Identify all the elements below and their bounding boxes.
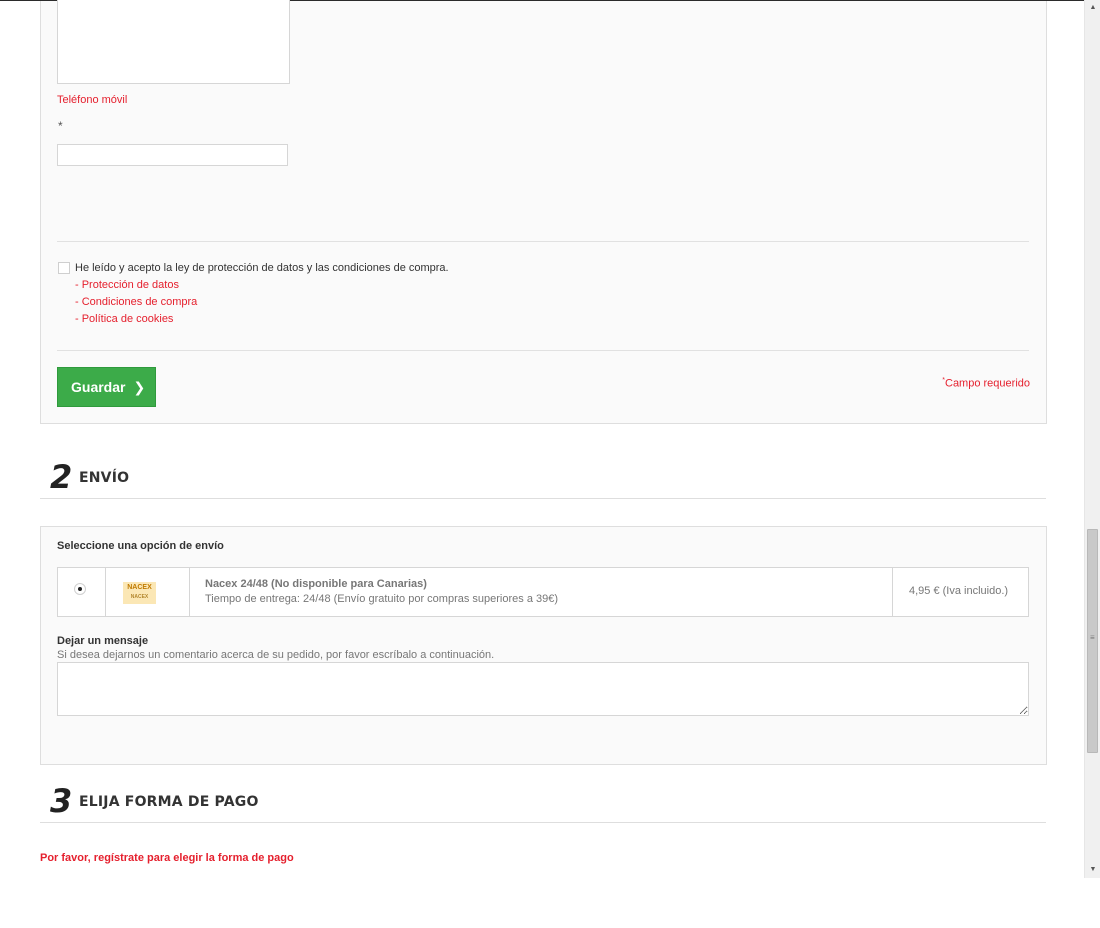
message-hint: Si desea dejarnos un comentario acerca d… [57, 649, 495, 661]
step-number: 3 [50, 782, 73, 820]
price-cell: 4,95 € (Iva incluido.) [893, 568, 1028, 616]
section-title: ELIJA FORMA DE PAGO [79, 794, 259, 810]
shipping-option-row[interactable]: NACEX NACEX Nacex 24/48 (No disponible p… [57, 567, 1029, 617]
scrollbar-thumb[interactable]: ≡ [1087, 529, 1098, 753]
shipping-section-header: 2 ENVÍO [40, 458, 1046, 499]
mobile-phone-input[interactable] [57, 144, 288, 166]
message-title: Dejar un mensaje [57, 635, 149, 647]
cookie-policy-link[interactable]: - Política de cookies [75, 313, 173, 325]
save-button[interactable]: Guardar ❯ [57, 367, 156, 407]
address-form-panel: Teléfono móvil * He leído y acepto la le… [40, 0, 1047, 424]
save-button-label: Guardar [71, 379, 126, 395]
grip-icon: ≡ [1090, 633, 1095, 642]
accept-terms-checkbox[interactable] [58, 262, 70, 274]
message-textarea[interactable] [57, 662, 1029, 716]
delivery-time: Tiempo de entrega: 24/48 (Envío gratuito… [205, 593, 559, 605]
required-marker: * [58, 119, 63, 133]
step-number: 2 [50, 458, 73, 496]
accept-terms-label: He leído y acepto la ley de protección d… [75, 262, 449, 274]
radio-cell [58, 568, 106, 616]
purchase-conditions-link[interactable]: - Condiciones de compra [75, 296, 197, 308]
section-title: ENVÍO [79, 470, 130, 486]
nacex-logo-icon: NACEX NACEX [123, 582, 156, 604]
divider [57, 350, 1029, 351]
vertical-scrollbar[interactable]: ▲ ≡ ▼ [1084, 0, 1100, 878]
arrow-down-icon[interactable]: ▼ [1085, 862, 1100, 878]
privacy-link[interactable]: - Protección de datos [75, 279, 179, 291]
mobile-phone-label: Teléfono móvil [57, 94, 128, 106]
carrier-info-cell: Nacex 24/48 (No disponible para Canarias… [190, 568, 893, 616]
shipping-panel: Seleccione una opción de envío NACEX NAC… [40, 526, 1047, 765]
shipping-options-title: Seleccione una opción de envío [57, 540, 224, 552]
shipping-price: 4,95 € (Iva incluido.) [909, 585, 1009, 597]
shipping-radio[interactable] [74, 583, 86, 595]
carrier-name: Nacex 24/48 (No disponible para Canarias… [205, 578, 427, 590]
required-field-note: *Campo requerido [942, 377, 1030, 390]
payment-section-header: 3 ELIJA FORMA DE PAGO [40, 782, 1046, 823]
address-textarea[interactable] [57, 0, 290, 84]
arrow-up-icon[interactable]: ▲ [1085, 0, 1100, 16]
chevron-right-icon: ❯ [133, 378, 146, 395]
logo-cell: NACEX NACEX [106, 568, 190, 616]
payment-register-notice: Por favor, regístrate para elegir la for… [40, 852, 294, 864]
divider [57, 241, 1029, 242]
